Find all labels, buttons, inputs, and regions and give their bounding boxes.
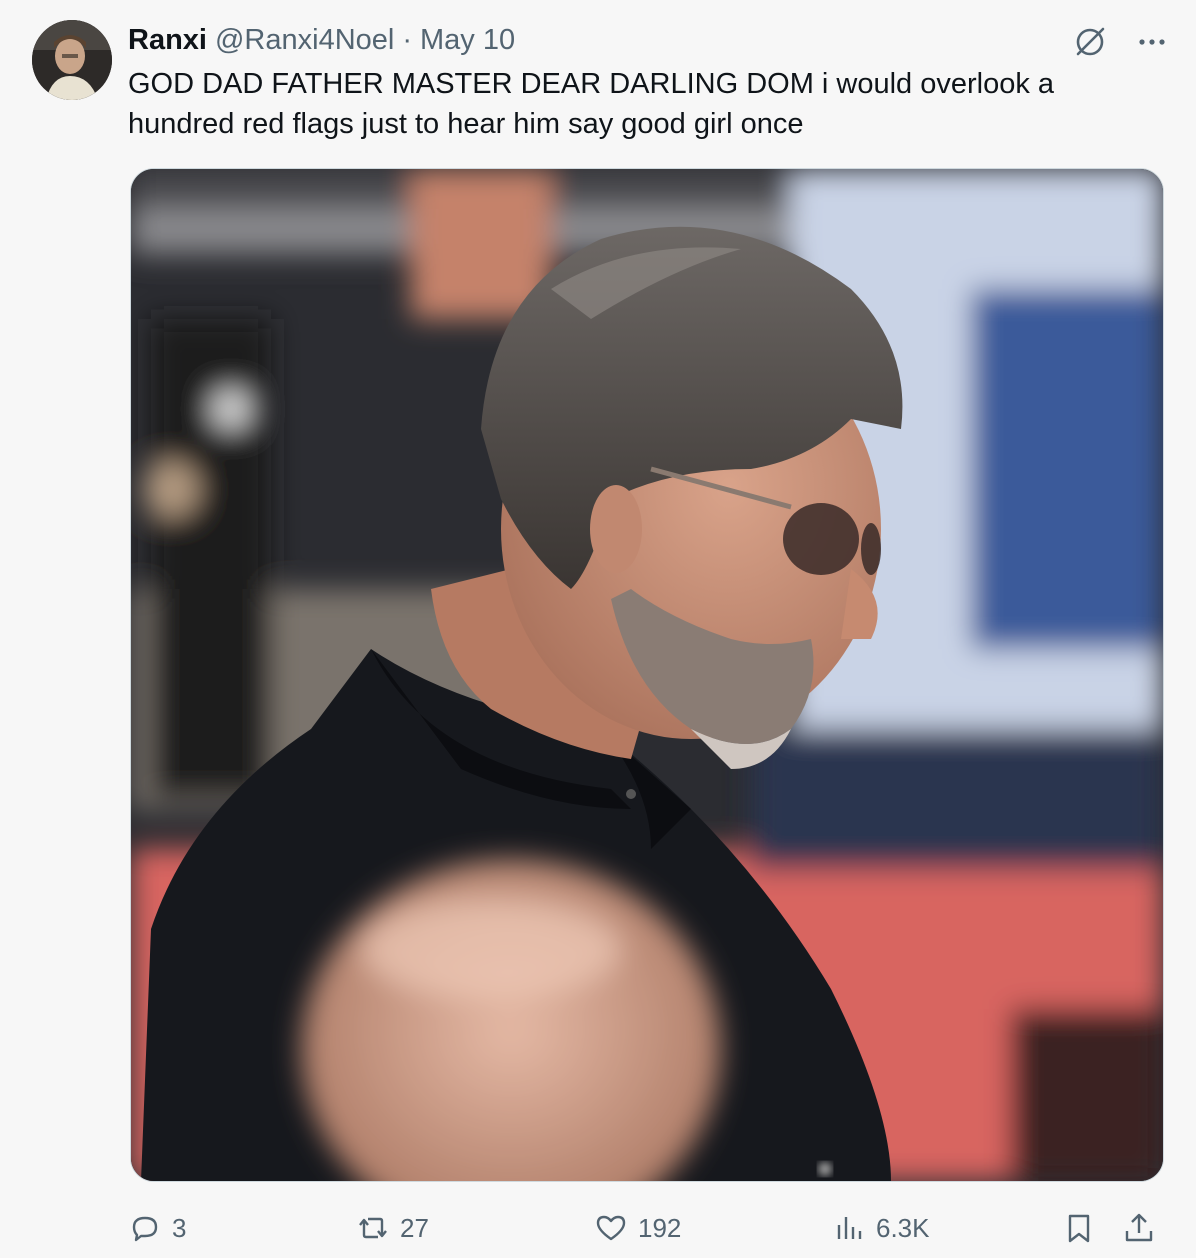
bookmark-icon [1068,1214,1090,1243]
heart-icon [596,1215,626,1241]
tweet-actions: 3 27 192 6.3K [128,1204,1168,1252]
views-count: 6.3K [876,1212,930,1243]
avatar-image [32,20,112,100]
bookmark-button[interactable] [1062,1204,1096,1252]
tweet-header: Ranxi @Ranxi4Noel · May 10 [128,22,515,58]
tweet[interactable]: Ranxi @Ranxi4Noel · May 10 GOD DAD FATHE… [0,0,1196,1258]
display-name[interactable]: Ranxi [128,24,207,57]
share-button[interactable] [1122,1204,1156,1252]
photo-man-in-sunglasses [131,169,1163,1181]
reply-count: 3 [172,1212,187,1243]
repost-button[interactable]: 27 [356,1204,429,1252]
timestamp[interactable]: May 10 [420,24,515,57]
share-icon [1125,1213,1153,1242]
tweet-text: GOD DAD FATHER MASTER DEAR DARLING DOM i… [128,68,1055,140]
like-button[interactable]: 192 [594,1204,681,1252]
reply-button[interactable]: 3 [128,1204,186,1252]
repost-icon [359,1217,387,1239]
grok-icon[interactable] [1070,24,1110,60]
reply-icon [132,1216,158,1242]
handle[interactable]: @Ranxi4Noel [215,24,394,57]
avatar[interactable] [32,20,112,100]
like-count: 192 [638,1212,682,1243]
views-button[interactable]: 6.3K [832,1204,930,1252]
more-icon[interactable] [1132,24,1172,60]
views-icon [837,1217,862,1239]
tweet-photo[interactable] [130,168,1164,1182]
separator-dot: · [402,23,413,56]
tweet-top-actions [1070,24,1172,60]
repost-count: 27 [400,1212,429,1243]
